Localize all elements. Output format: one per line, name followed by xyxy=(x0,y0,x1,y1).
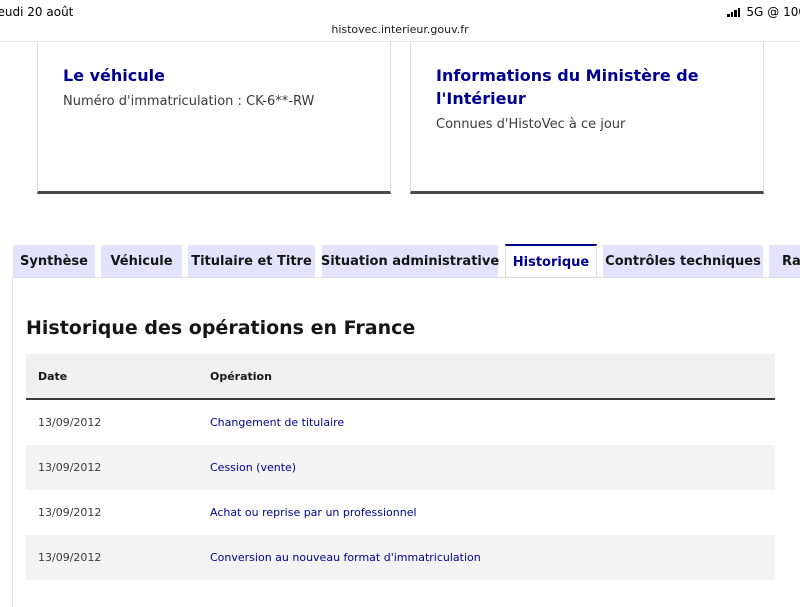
tab-vehicule[interactable]: Véhicule xyxy=(101,245,182,278)
row-operation[interactable]: Achat ou reprise par un professionnel xyxy=(210,506,417,519)
status-bar: Jeudi 20 août 5G @ 100 xyxy=(0,0,800,24)
status-indicators: 5G @ 100 xyxy=(727,5,800,19)
column-operation: Opération xyxy=(210,370,272,383)
registration-number: Numéro d'immatriculation : CK-6**-RW xyxy=(63,94,315,109)
vehicle-card: Le véhicule Numéro d'immatriculation : C… xyxy=(37,42,391,194)
tab-synthese[interactable]: Synthèse xyxy=(13,245,95,278)
tab-bar: Synthèse Véhicule Titulaire et Titre Sit… xyxy=(0,244,800,279)
tab-titulaire-titre[interactable]: Titulaire et Titre xyxy=(188,245,315,278)
network-label: 5G xyxy=(746,5,764,19)
tab-historique[interactable]: Historique xyxy=(505,244,597,279)
status-time: Jeudi 20 août xyxy=(0,5,74,19)
tab-situation-administrative[interactable]: Situation administrative xyxy=(321,245,499,278)
row-date: 13/09/2012 xyxy=(38,416,102,429)
tab-rapport-label: Rapport xyxy=(782,254,800,269)
status-extra: @ 100 xyxy=(767,5,800,19)
tab-rapport[interactable]: Rapport xyxy=(769,245,800,278)
url-bar[interactable]: histovec.interieur.gouv.fr xyxy=(0,23,800,36)
table-row: 13/09/2012 Conversion au nouveau format … xyxy=(26,535,775,580)
column-date: Date xyxy=(38,370,68,383)
row-date: 13/09/2012 xyxy=(38,461,102,474)
section-title: Historique des opérations en France xyxy=(26,317,416,339)
row-operation[interactable]: Conversion au nouveau format d'immatricu… xyxy=(210,551,481,564)
vehicle-card-title: Le véhicule xyxy=(63,66,165,85)
row-date: 13/09/2012 xyxy=(38,551,102,564)
tab-controles-techniques[interactable]: Contrôles techniques xyxy=(603,245,763,278)
table-row: 13/09/2012 Achat ou reprise par un profe… xyxy=(26,490,775,535)
row-operation[interactable]: Cession (vente) xyxy=(210,461,296,474)
signal-icon xyxy=(727,7,741,17)
history-table: Date Opération 13/09/2012 Changement de … xyxy=(26,354,775,580)
ministry-card: Informations du Ministère de l'Intérieur… xyxy=(410,42,764,194)
ministry-card-subtitle: Connues d'HistoVec à ce jour xyxy=(436,117,626,132)
table-header: Date Opération xyxy=(26,354,775,400)
row-operation[interactable]: Changement de titulaire xyxy=(210,416,344,429)
table-row: 13/09/2012 Changement de titulaire xyxy=(26,400,775,445)
row-date: 13/09/2012 xyxy=(38,506,102,519)
table-row: 13/09/2012 Cession (vente) xyxy=(26,445,775,490)
tab-underline xyxy=(12,277,800,278)
ministry-card-title: Informations du Ministère de l'Intérieur xyxy=(436,66,699,108)
